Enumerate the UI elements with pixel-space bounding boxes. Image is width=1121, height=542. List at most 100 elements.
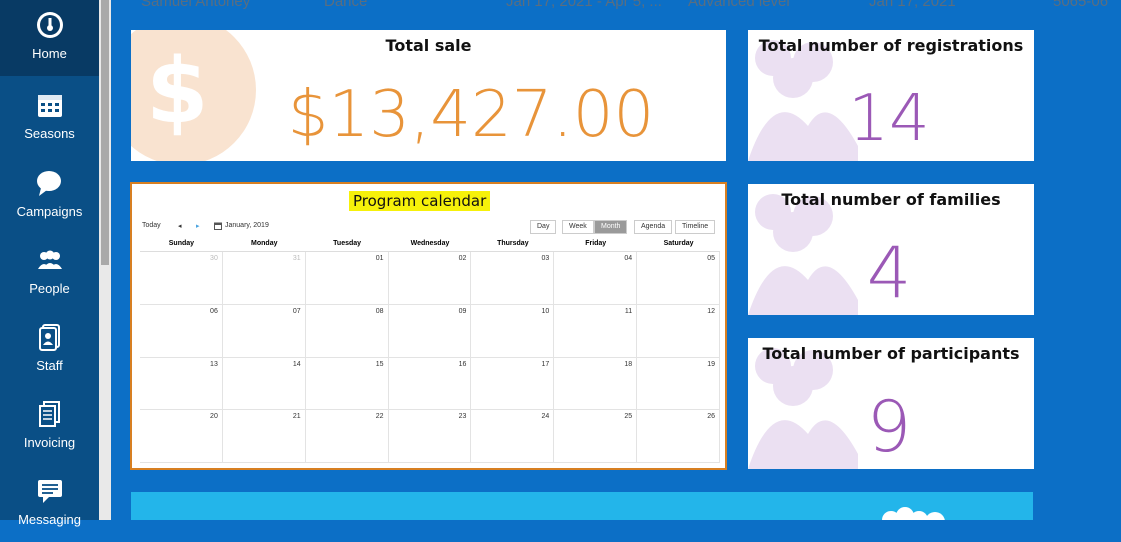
calendar-day-number: 22 xyxy=(375,413,384,421)
registrations-value: 14 xyxy=(848,82,930,156)
calendar-day-number: 16 xyxy=(458,360,467,368)
weekday-header: Tuesday xyxy=(305,237,389,252)
calendar-day-number: 30 xyxy=(210,255,218,262)
calendar-day-cell[interactable]: 10 xyxy=(471,304,555,358)
weekday-header: Saturday xyxy=(637,237,720,252)
view-agenda-button[interactable]: Agenda xyxy=(634,220,673,234)
calendar-day-cell[interactable]: 15 xyxy=(305,357,389,411)
calendar-toolbar: Today ◂ ▸ January, 2019 Day Week Month A… xyxy=(140,220,720,234)
calendar-day-number: 01 xyxy=(375,255,384,262)
calendar-title: Program calendar xyxy=(349,191,491,211)
prev-month-button[interactable]: ◂ xyxy=(178,222,182,230)
calendar-day-number: 14 xyxy=(292,360,301,368)
bottom-panel xyxy=(131,492,1033,520)
calendar-day-cell[interactable]: 05 xyxy=(637,252,720,305)
sidebar-item-label: Seasons xyxy=(24,126,75,141)
calendar-day-cell[interactable]: 23 xyxy=(388,410,472,463)
calendar-day-number: 15 xyxy=(375,360,384,368)
calendar-grid: Sunday Monday Tuesday Wednesday Thursday Frid… xyxy=(140,237,720,463)
calendar-day-cell[interactable]: 06 xyxy=(140,304,223,358)
calendar-day-cell[interactable]: 09 xyxy=(388,304,472,358)
calendar-day-number: 18 xyxy=(624,360,633,368)
sidebar-item-invoicing[interactable]: Invoicing xyxy=(0,389,99,465)
invoice-icon xyxy=(39,401,60,427)
calendar-day-number: 09 xyxy=(458,307,467,315)
today-button[interactable]: Today xyxy=(142,222,161,229)
sidebar-item-home[interactable]: Home xyxy=(0,0,99,76)
calendar-day-number: 02 xyxy=(458,255,467,262)
participants-card: Total number of participants 9 xyxy=(748,338,1034,469)
calendar-day-cell[interactable]: 22 xyxy=(305,410,389,463)
calendar-day-number: 08 xyxy=(375,307,384,315)
sidebar-item-seasons[interactable]: Seasons xyxy=(0,80,99,156)
calendar-day-number: 25 xyxy=(624,413,633,421)
calendar-day-cell[interactable]: 18 xyxy=(554,357,638,411)
card-title: Total number of participants xyxy=(762,344,1020,363)
table-cell: Samuel Antoney xyxy=(141,0,251,10)
sidebar-item-label: Home xyxy=(32,46,67,61)
calendar-day-cell[interactable]: 14 xyxy=(222,357,306,411)
calendar-day-number: 03 xyxy=(541,255,550,262)
calendar-day-cell[interactable]: 02 xyxy=(388,252,472,305)
families-value: 4 xyxy=(866,232,912,314)
month-label: January, 2019 xyxy=(225,222,269,229)
staff-badge-icon xyxy=(39,324,60,351)
participants-value: 9 xyxy=(866,386,912,468)
sidebar-item-staff[interactable]: Staff xyxy=(0,312,99,388)
calendar-day-cell[interactable]: 20 xyxy=(140,410,223,463)
table-cell: 5065-06 xyxy=(1053,0,1109,10)
program-calendar-card: Program calendar Today ◂ ▸ January, 2019… xyxy=(130,182,727,470)
table-cell: Jan 17, 2021 xyxy=(869,0,956,10)
people-icon xyxy=(38,250,62,269)
calendar-icon xyxy=(214,222,222,230)
calendar-day-cell[interactable]: 03 xyxy=(471,252,555,305)
cloud-icon xyxy=(882,507,945,520)
weekday-header: Thursday xyxy=(471,237,555,252)
table-cell: Jan 17, 2021 - Apr 5, ... xyxy=(506,0,662,10)
calendar-day-cell[interactable]: 08 xyxy=(305,304,389,358)
calendar-day-cell[interactable]: 07 xyxy=(222,304,306,358)
view-day-button[interactable]: Day xyxy=(530,220,557,234)
calendar-day-cell[interactable]: 13 xyxy=(140,357,223,411)
calendar-day-cell[interactable]: 19 xyxy=(637,357,720,411)
calendar-day-number: 06 xyxy=(210,307,218,315)
calendar-day-cell[interactable]: 11 xyxy=(554,304,638,358)
calendar-day-number: 07 xyxy=(292,307,301,315)
calendar-day-number: 19 xyxy=(707,360,715,368)
calendar-day-cell[interactable]: 01 xyxy=(305,252,389,305)
view-week-button[interactable]: Week xyxy=(562,220,594,234)
calendar-day-number: 23 xyxy=(458,413,467,421)
sidebar-item-label: Staff xyxy=(36,358,63,373)
calendar-icon xyxy=(38,95,62,117)
weekday-header: Monday xyxy=(222,237,306,252)
total-sale-value: $13,427.00 xyxy=(287,78,655,152)
calendar-day-cell[interactable]: 31 xyxy=(222,252,306,305)
view-month-button[interactable]: Month xyxy=(594,220,628,234)
view-timeline-button[interactable]: Timeline xyxy=(675,220,716,234)
next-month-button[interactable]: ▸ xyxy=(196,222,200,230)
calendar-day-cell[interactable]: 12 xyxy=(637,304,720,358)
sidebar-item-campaigns[interactable]: Campaigns xyxy=(0,158,99,234)
table-row: Samuel Antoney Dance Jan 17, 2021 - Apr … xyxy=(111,0,1121,16)
calendar-day-cell[interactable]: 04 xyxy=(554,252,638,305)
calendar-day-number: 26 xyxy=(707,413,715,421)
calendar-day-cell[interactable]: 16 xyxy=(388,357,472,411)
sidebar-item-messaging[interactable]: Messaging xyxy=(0,466,99,542)
calendar-day-cell[interactable]: 26 xyxy=(637,410,720,463)
sidebar-item-label: Invoicing xyxy=(23,435,76,450)
sidebar-item-label: Campaigns xyxy=(16,204,83,219)
calendar-day-cell[interactable]: 30 xyxy=(140,252,223,305)
card-title: Total number of registrations xyxy=(758,36,1024,55)
weekday-header: Wednesday xyxy=(388,237,472,252)
calendar-day-number: 31 xyxy=(292,255,301,262)
calendar-day-cell[interactable]: 21 xyxy=(222,410,306,463)
calendar-day-cell[interactable]: 24 xyxy=(471,410,555,463)
sidebar-scrollbar-thumb[interactable] xyxy=(101,0,109,265)
calendar-day-number: 10 xyxy=(541,307,550,315)
total-sale-card: $ Total sale $13,427.00 xyxy=(131,30,726,161)
calendar-day-cell[interactable]: 25 xyxy=(554,410,638,463)
weekday-header: Sunday xyxy=(140,237,223,252)
sidebar-item-people[interactable]: People xyxy=(0,235,99,311)
calendar-day-cell[interactable]: 17 xyxy=(471,357,555,411)
calendar-day-number: 17 xyxy=(541,360,550,368)
